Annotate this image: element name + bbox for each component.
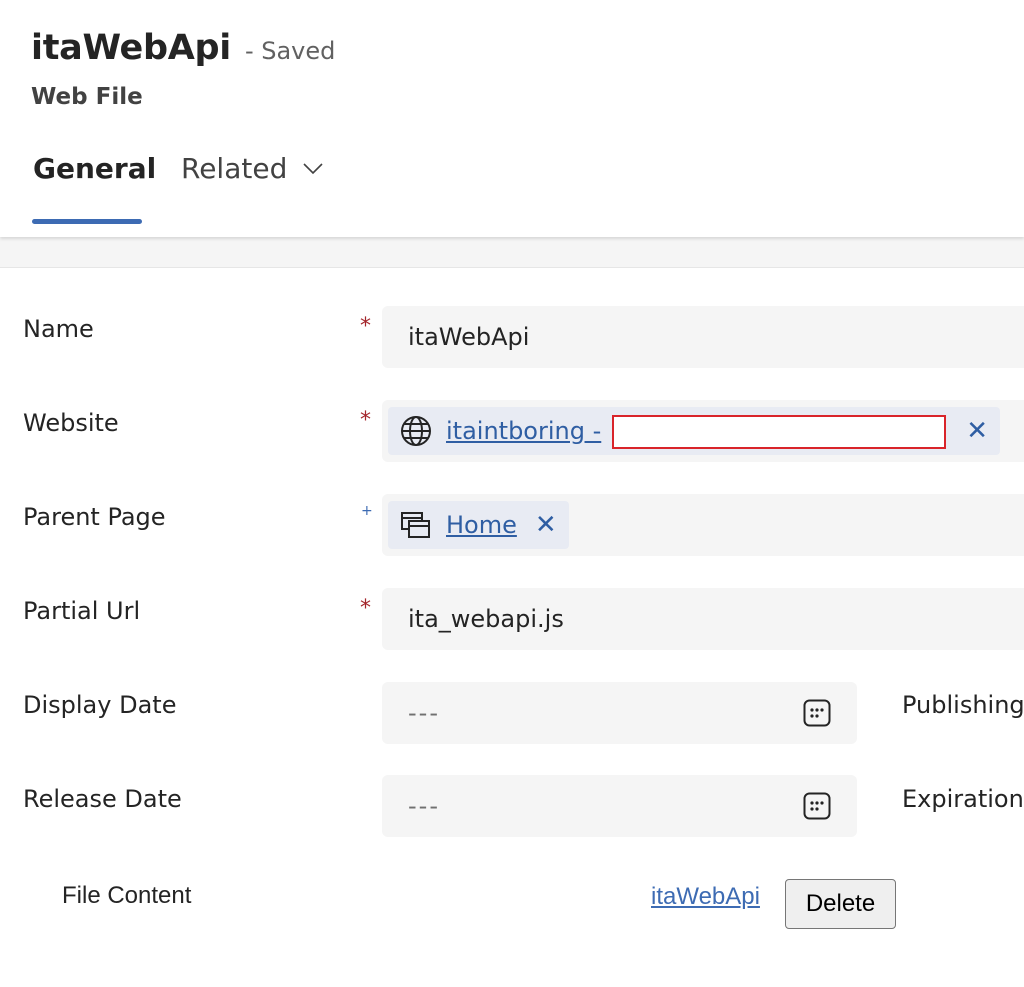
name-field[interactable]: itaWebApi (382, 306, 1024, 368)
tab-general[interactable]: General (33, 152, 156, 185)
website-link[interactable]: itaintboring - (446, 417, 601, 445)
tab-general-label: General (33, 152, 157, 185)
name-value: itaWebApi (408, 323, 530, 351)
file-content-label: File Content (62, 882, 192, 909)
parent-page-lookup-chip: Home ✕ (388, 501, 569, 549)
web-file-form: itaWebApi - Saved Web File General Relat… (0, 0, 1024, 987)
release-date-field[interactable]: --- (382, 775, 857, 837)
partial-url-field[interactable]: ita_webapi.js (382, 588, 1024, 650)
record-title: itaWebApi (31, 28, 231, 68)
parent-page-link[interactable]: Home (446, 511, 517, 539)
parent-page-label: Parent Page (23, 503, 166, 531)
delete-file-button[interactable]: Delete (785, 879, 896, 929)
expiration-label: Expiration (902, 785, 1024, 813)
file-content-link[interactable]: itaWebApi (651, 883, 760, 911)
webpage-icon (401, 512, 430, 538)
name-label: Name (23, 315, 94, 343)
entity-name: Web File (31, 84, 143, 110)
chevron-down-icon (303, 162, 323, 174)
partial-url-required-marker: * (360, 596, 371, 621)
partial-url-label: Partial Url (23, 597, 141, 625)
website-label: Website (23, 409, 119, 437)
calendar-icon[interactable] (803, 792, 831, 820)
selected-tab-indicator (32, 219, 142, 224)
redaction-box (612, 415, 946, 449)
display-date-label: Display Date (23, 691, 177, 719)
save-status: - Saved (244, 37, 336, 65)
display-date-field[interactable]: --- (382, 682, 857, 744)
form-header: itaWebApi - Saved Web File General Relat… (0, 0, 1024, 237)
parent-page-lookup-field[interactable]: Home ✕ (382, 494, 1024, 556)
partial-url-value: ita_webapi.js (408, 605, 564, 633)
tab-related-label: Related (181, 152, 288, 185)
globe-icon (401, 416, 431, 446)
tab-related[interactable]: Related (181, 152, 323, 185)
release-date-label: Release Date (23, 785, 182, 813)
parent-page-recommended-marker: + (361, 503, 373, 519)
publishing-label: Publishing (902, 691, 1024, 719)
title-row: itaWebApi - Saved (31, 28, 335, 68)
name-required-marker: * (360, 314, 371, 339)
website-required-marker: * (360, 408, 371, 433)
release-date-value: --- (408, 792, 440, 820)
website-remove-button[interactable]: ✕ (966, 418, 988, 444)
website-lookup-field[interactable]: itaintboring - ✕ (382, 400, 1024, 462)
calendar-icon[interactable] (803, 699, 831, 727)
display-date-value: --- (408, 699, 440, 727)
parent-page-remove-button[interactable]: ✕ (535, 512, 557, 538)
section-divider (0, 237, 1024, 268)
